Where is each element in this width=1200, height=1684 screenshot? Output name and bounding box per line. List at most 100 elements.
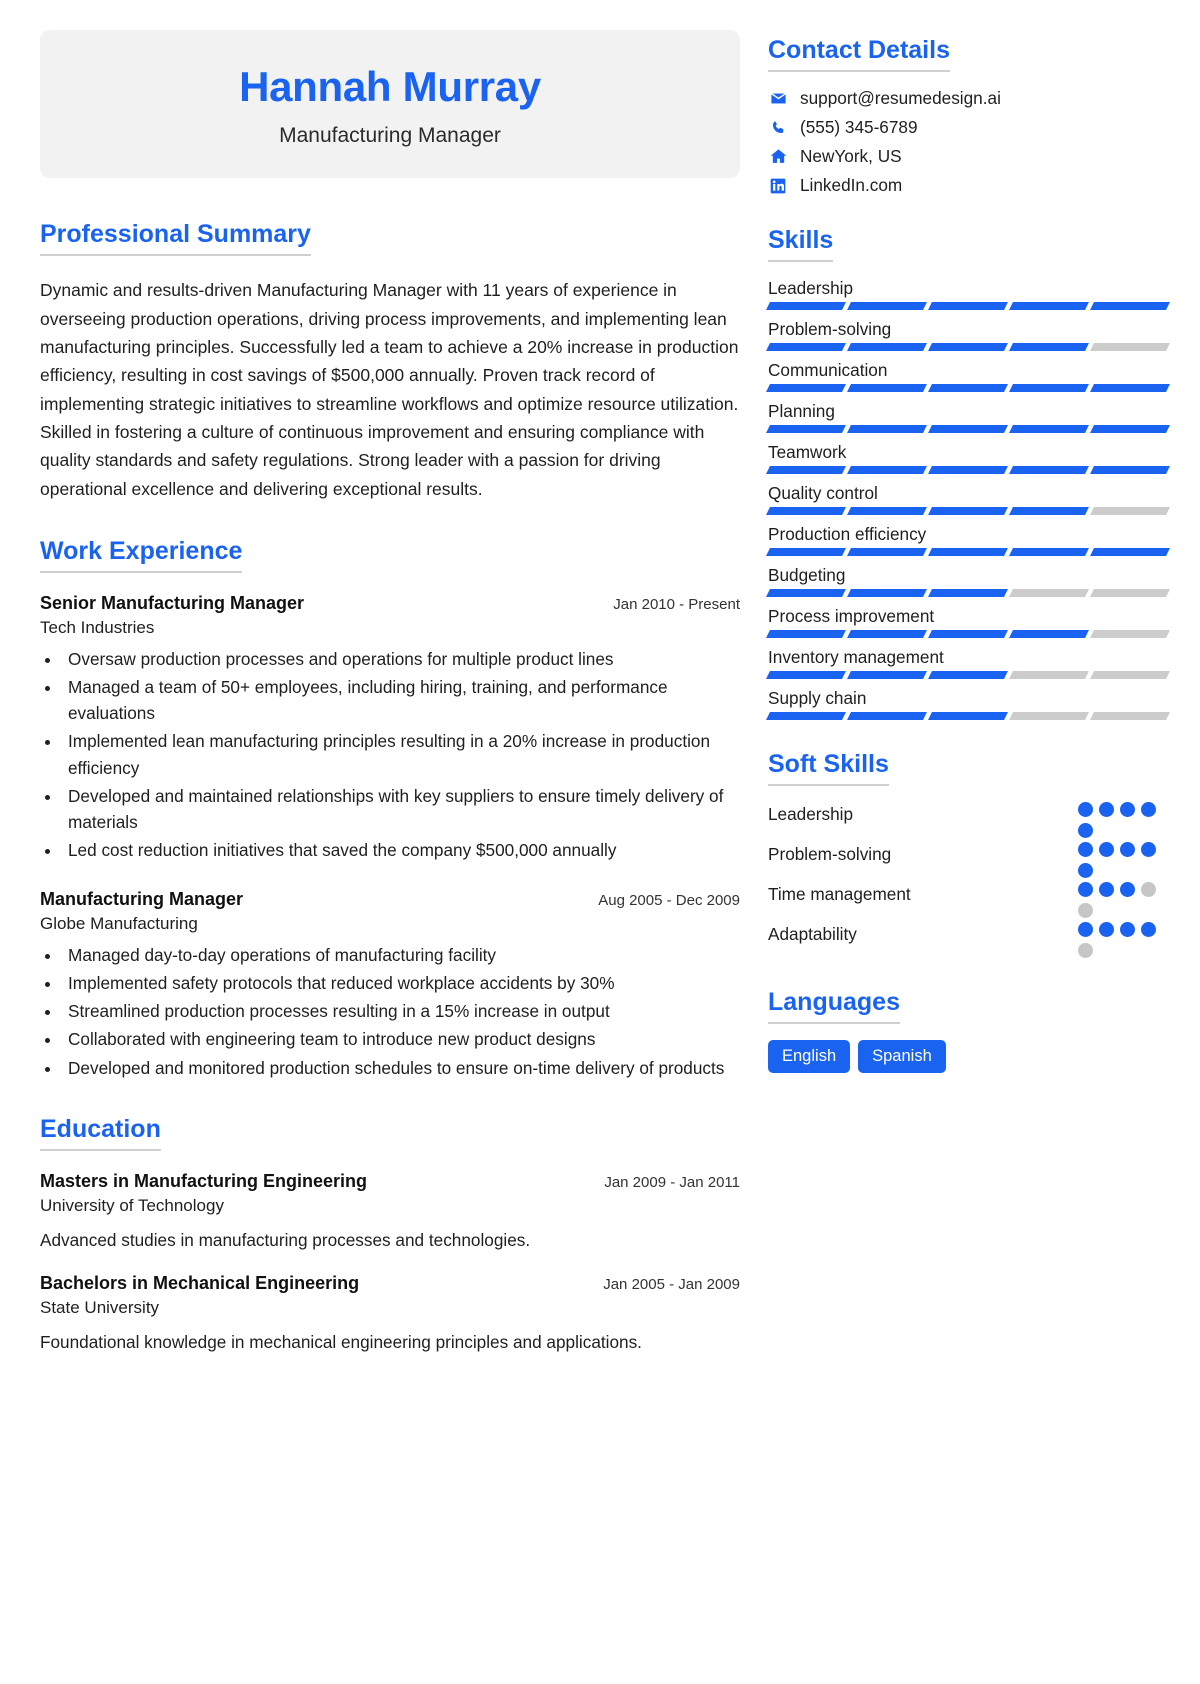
skill-level-bar [766, 630, 1170, 638]
soft-skill-label: Adaptability [768, 924, 857, 944]
skill-segment-empty [1090, 507, 1170, 515]
soft-skill-row: Adaptability [768, 922, 1168, 958]
skills-heading: Skills [768, 226, 834, 262]
education-date: Jan 2009 - Jan 2011 [604, 1173, 740, 1191]
skill-segment-filled [766, 507, 846, 515]
skill-label: Budgeting [768, 565, 846, 585]
education-date: Jan 2005 - Jan 2009 [603, 1275, 740, 1293]
skill-segment-filled [847, 712, 927, 720]
job-title: Manufacturing Manager [40, 889, 244, 910]
contact-item[interactable]: LinkedIn.com [768, 175, 1168, 196]
soft-skill-dot-filled [1099, 922, 1114, 937]
skill-label: Planning [768, 401, 835, 421]
summary-text: Dynamic and results-driven Manufacturing… [40, 280, 739, 499]
job-bullet: Developed and maintained relationships w… [62, 783, 740, 835]
skill-level-bar [766, 425, 1170, 433]
soft-skill-row: Time management [768, 882, 1168, 918]
skill-segment-filled [1009, 425, 1089, 433]
skill-segment-filled [1090, 466, 1170, 474]
job-bullet: Implemented safety protocols that reduce… [62, 970, 740, 996]
skill-segment-filled [928, 343, 1008, 351]
candidate-role: Manufacturing Manager [279, 124, 501, 148]
soft-skill-dot-filled [1078, 922, 1093, 937]
skill-level-bar [766, 302, 1170, 310]
skill-segment-filled [847, 589, 927, 597]
skills-list: Leadership Problem-solving Communication Pl… [766, 278, 1170, 720]
skill-label: Production efficiency [768, 524, 927, 544]
skill-level-bar [766, 507, 1170, 515]
language-pill-list: English Spanish [768, 1040, 1168, 1073]
languages-heading: Languages [768, 988, 900, 1024]
contact-item[interactable]: NewYork, US [768, 146, 1168, 167]
job-header: Senior Manufacturing Manager Jan 2010 - P… [40, 593, 740, 614]
soft-skill-dot-filled [1078, 863, 1093, 878]
skill-row: Supply chain [766, 688, 1170, 720]
skill-segment-filled [1009, 343, 1089, 351]
contact-value: (555) 345-6789 [800, 117, 918, 137]
skill-row: Leadership [766, 278, 1170, 310]
contact-item[interactable]: (555) 345-6789 [768, 117, 1168, 138]
contact-list: support@resumedesign.ai (555) 345-6789 New… [768, 88, 1168, 196]
soft-skill-row: Leadership [768, 802, 1168, 838]
skill-segment-filled [1009, 384, 1089, 392]
skill-segment-filled [1009, 466, 1089, 474]
skill-label: Quality control [768, 483, 878, 503]
soft-skill-dots [1078, 842, 1168, 878]
contact-value: LinkedIn.com [800, 175, 903, 195]
job-organization: Tech Industries [40, 617, 155, 637]
job-date: Jan 2010 - Present [613, 595, 740, 613]
education-description: Advanced studies in manufacturing proces… [40, 1229, 531, 1250]
soft-skill-dot-filled [1141, 922, 1156, 937]
job-bullet-list: Oversaw production processes and operati… [62, 646, 740, 863]
skill-segment-filled [1090, 302, 1170, 310]
skill-segment-filled [766, 630, 846, 638]
envelope-icon [768, 90, 788, 107]
skill-segment-filled [928, 548, 1008, 556]
soft-skill-dot-filled [1141, 802, 1156, 817]
skill-segment-filled [847, 343, 927, 351]
sidebar-column: Contact Details support@resumedesign.ai (… [766, 30, 1170, 1684]
education-school: State University [40, 1297, 160, 1317]
skill-segment-filled [766, 384, 846, 392]
skill-segment-filled [928, 589, 1008, 597]
skill-row: Teamwork [766, 442, 1170, 474]
soft-skills-list: Leadership Problem-solving Time management… [768, 802, 1168, 958]
job-title: Senior Manufacturing Manager [40, 592, 305, 613]
skill-label: Teamwork [768, 442, 847, 462]
skill-row: Problem-solving [766, 319, 1170, 351]
skill-segment-empty [1009, 671, 1089, 679]
soft-skill-dot-filled [1120, 842, 1135, 857]
job-organization: Globe Manufacturing [40, 914, 198, 934]
job-bullet: Managed a team of 50+ employees, includi… [62, 674, 740, 726]
skill-segment-empty [1090, 589, 1170, 597]
soft-skill-dot-filled [1120, 802, 1135, 817]
skill-level-bar [766, 548, 1170, 556]
work-experience-section: Work Experience Senior Manufacturing Man… [40, 537, 740, 1081]
skill-segment-filled [1009, 507, 1089, 515]
soft-skill-dot-filled [1078, 802, 1093, 817]
soft-skill-dot-empty [1078, 903, 1093, 918]
education-entry: Bachelors in Mechanical Engineering Jan 2… [40, 1273, 740, 1353]
skill-segment-empty [1090, 712, 1170, 720]
soft-skill-dot-filled [1099, 842, 1114, 857]
skill-segment-empty [1090, 671, 1170, 679]
skill-level-bar [766, 589, 1170, 597]
language-pill[interactable]: English [768, 1040, 851, 1073]
skill-segment-filled [928, 302, 1008, 310]
skill-row: Production efficiency [766, 524, 1170, 556]
skill-segment-filled [766, 425, 846, 433]
contact-item[interactable]: support@resumedesign.ai [768, 88, 1168, 109]
education-degree: Bachelors in Mechanical Engineering [40, 1272, 360, 1293]
skill-label: Communication [768, 360, 888, 380]
skill-label: Supply chain [768, 688, 867, 708]
language-pill[interactable]: Spanish [858, 1040, 946, 1073]
contact-value: support@resumedesign.ai [800, 88, 1001, 108]
skill-segment-filled [766, 589, 846, 597]
skill-segment-filled [1090, 384, 1170, 392]
soft-skill-label: Leadership [768, 804, 854, 824]
skill-segment-filled [928, 671, 1008, 679]
skill-label: Leadership [768, 278, 854, 298]
skill-level-bar [766, 343, 1170, 351]
contact-heading: Contact Details [768, 36, 950, 72]
soft-skill-row: Problem-solving [768, 842, 1168, 878]
